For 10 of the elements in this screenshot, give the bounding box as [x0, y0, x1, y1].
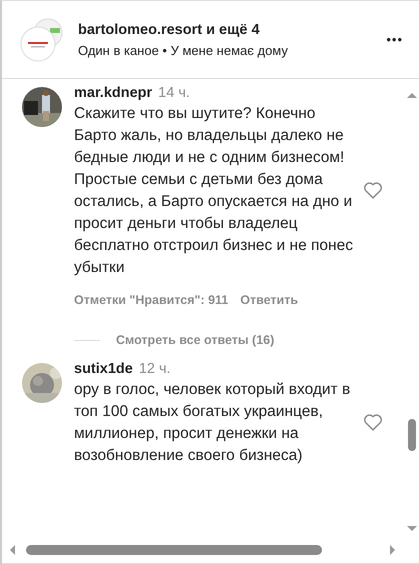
- comment-time: 14 ч.: [158, 85, 190, 101]
- username[interactable]: sutix1de: [74, 361, 133, 377]
- username[interactable]: mar.kdnepr: [74, 85, 152, 101]
- comment-text: Скажите что вы шутите? Конечно Барто жаль, но владельцы далеко не бедные люди и не с одним бизнесом! Простые семьи с детьми без дома остались, а Барто опускается на дно и просит деньги чтобы владелец бесплатно отстроил бизнес и не понес убытки: [74, 104, 354, 278]
- comment-time: 12 ч.: [138, 361, 171, 377]
- comment-text: ору в голос, человек который входит в топ 100 самых богатых украинцев, миллионер, просит денежки на возобновление своего бизнеса): [74, 380, 352, 466]
- account-avatar[interactable]: [20, 18, 64, 62]
- audio-track[interactable]: Один в каное • У мене немає дому: [78, 42, 386, 58]
- more-button[interactable]: •••: [386, 32, 403, 47]
- account-title[interactable]: bartolomeo.resort и ещё 4: [78, 22, 386, 38]
